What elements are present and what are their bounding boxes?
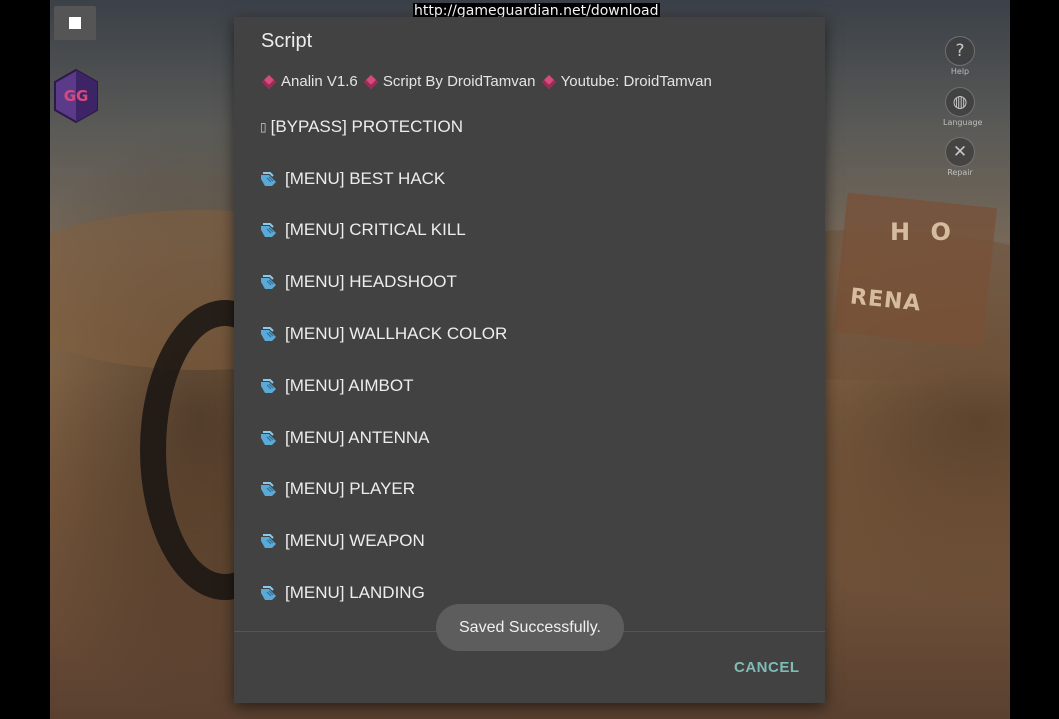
pointing-hand-icon xyxy=(261,430,276,445)
menu-item-bypass-protection[interactable]: ▯ [BYPASS] PROTECTION xyxy=(260,101,820,153)
menu-item-antenna[interactable]: [MENU] ANTENNA xyxy=(260,412,820,464)
help-button[interactable]: ? Help xyxy=(943,36,977,76)
pointing-hand-icon xyxy=(261,586,276,601)
subtitle-author: Script By DroidTamvan xyxy=(382,73,536,90)
menu-item-player[interactable]: [MENU] PLAYER xyxy=(260,464,820,516)
dialog-title: Script xyxy=(261,30,313,52)
menu-item-label: [MENU] WEAPON xyxy=(285,531,425,551)
stop-square-icon xyxy=(69,17,81,29)
floating-stop-button[interactable] xyxy=(54,6,96,40)
menu-item-label: [MENU] LANDING xyxy=(285,583,425,603)
repair-button[interactable]: ✕ Repair xyxy=(943,137,977,177)
cancel-button[interactable]: CANCEL xyxy=(734,659,800,676)
menu-item-label: [BYPASS] PROTECTION xyxy=(270,116,463,136)
menu-item-label: [MENU] BEST HACK xyxy=(285,168,446,188)
saved-toast: Saved Successfully. xyxy=(436,604,624,651)
pointing-hand-icon xyxy=(261,223,276,238)
pointing-hand-icon xyxy=(261,534,276,549)
menu-item-best-hack[interactable]: [MENU] BEST HACK xyxy=(260,153,820,205)
diamond-icon xyxy=(541,74,556,89)
language-label: Language xyxy=(943,118,983,127)
diamond-icon xyxy=(261,74,277,89)
pointing-hand-icon xyxy=(261,378,276,393)
arena-sign-top-text: H O xyxy=(890,218,957,246)
arena-sign xyxy=(833,192,997,348)
repair-label: Repair xyxy=(947,168,973,177)
pointing-hand-icon xyxy=(261,275,276,290)
logo-text: GG xyxy=(64,87,89,105)
menu-item-label: [MENU] HEADSHOOT xyxy=(285,272,457,292)
subtitle-youtube: Youtube: DroidTamvan xyxy=(560,73,712,90)
menu-item-label: [MENU] PLAYER xyxy=(285,479,416,499)
menu-item-label: [MENU] AIMBOT xyxy=(285,375,414,395)
subtitle-version: Analin V1.6 xyxy=(281,73,358,90)
gameguardian-logo[interactable]: GG xyxy=(53,68,99,124)
menu-item-critical-kill[interactable]: [MENU] CRITICAL KILL xyxy=(260,205,820,257)
menu-item-headshoot[interactable]: [MENU] HEADSHOOT xyxy=(260,256,820,308)
pointing-hand-icon xyxy=(261,171,276,186)
menu-item-label: [MENU] ANTENNA xyxy=(285,427,430,447)
help-label: Help xyxy=(950,67,970,76)
menu-item-weapon[interactable]: [MENU] WEAPON xyxy=(260,515,820,567)
diamond-icon xyxy=(363,74,378,89)
script-dialog: Script Analin V1.6 Script By DroidTamvan… xyxy=(234,17,825,703)
language-button[interactable]: ◍ Language xyxy=(943,87,983,127)
menu-item-label: [MENU] CRITICAL KILL xyxy=(285,220,466,240)
menu-item-aimbot[interactable]: [MENU] AIMBOT xyxy=(260,360,820,412)
screen: H O RENA GG ? Help ◍ Language ✕ Repair h… xyxy=(0,0,1059,719)
menu-item-wallhack-color[interactable]: [MENU] WALLHACK COLOR xyxy=(260,308,820,360)
box-icon: ▯ xyxy=(260,119,267,134)
pointing-hand-icon xyxy=(261,327,276,342)
pointing-hand-icon xyxy=(261,482,276,497)
menu-item-label: [MENU] WALLHACK COLOR xyxy=(285,324,508,344)
repair-icon: ✕ xyxy=(945,137,975,167)
dialog-subtitle: Analin V1.6 Script By DroidTamvan Youtub… xyxy=(260,73,712,90)
help-icon: ? xyxy=(945,36,975,66)
globe-icon: ◍ xyxy=(945,87,975,117)
script-menu-list: ▯ [BYPASS] PROTECTION [MENU] BEST HACK [… xyxy=(260,101,820,619)
